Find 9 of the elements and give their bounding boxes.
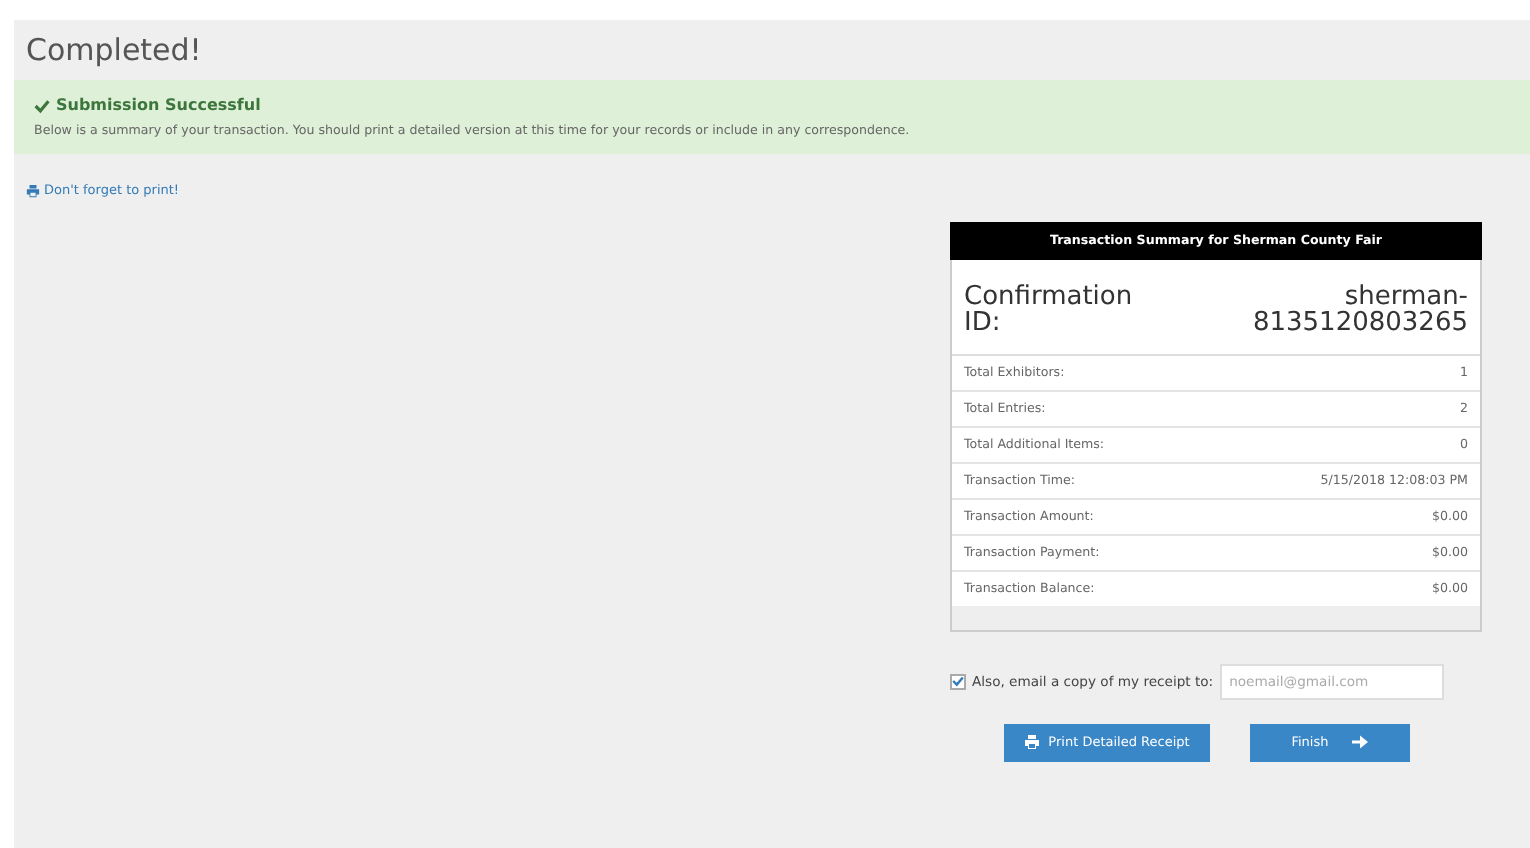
arrow-right-icon xyxy=(1352,734,1369,751)
alert-title: Submission Successful xyxy=(56,96,261,114)
confirmation-id: sherman-8135120803265 xyxy=(1250,283,1468,338)
printer-icon xyxy=(1024,734,1041,751)
printer-icon xyxy=(26,183,40,197)
checkmark-icon xyxy=(34,97,50,113)
page-title: Completed! xyxy=(26,32,204,68)
confirmation-label: Confirmation ID: xyxy=(964,283,1135,338)
email-checkbox[interactable] xyxy=(950,673,966,690)
